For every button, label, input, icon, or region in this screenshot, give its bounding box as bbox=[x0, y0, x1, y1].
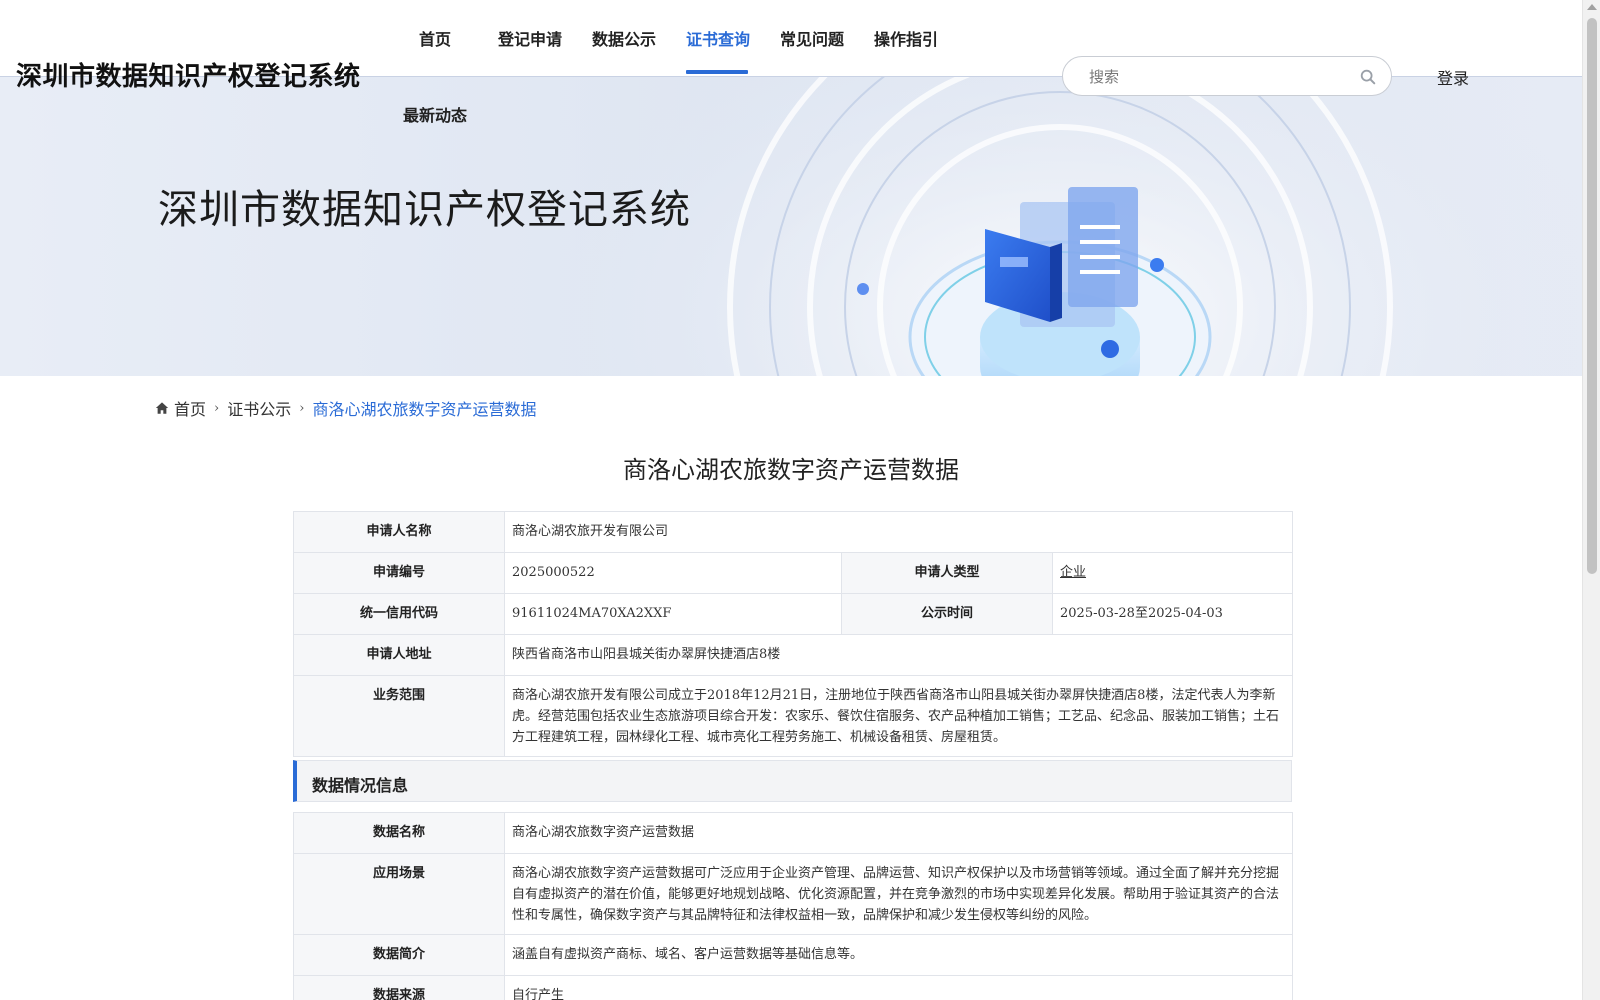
table-row: 申请人名称 商洛心湖农旅开发有限公司 bbox=[293, 511, 1294, 553]
application-scenario-value: 商洛心湖农旅数字资产运营数据可广泛应用于企业资产管理、品牌运营、知识产权保护以及… bbox=[504, 853, 1293, 935]
table-row: 业务范围 商洛心湖农旅开发有限公司成立于2018年12月21日，注册地位于陕西省… bbox=[293, 675, 1294, 757]
applicant-type-link[interactable]: 企业 bbox=[1060, 565, 1086, 580]
home-icon bbox=[155, 402, 169, 414]
search-input[interactable] bbox=[1089, 66, 1349, 88]
nav-item-news[interactable]: 最新动态 bbox=[403, 102, 467, 126]
nav-item-guide[interactable]: 操作指引 bbox=[874, 26, 938, 50]
business-scope-value: 商洛心湖农旅开发有限公司成立于2018年12月21日，注册地位于陕西省商洛市山阳… bbox=[503, 675, 1294, 757]
nav-item-certificate-query[interactable]: 证书查询 bbox=[686, 26, 750, 50]
application-number-label: 申请编号 bbox=[293, 552, 505, 594]
page-title: 商洛心湖农旅数字资产运营数据 bbox=[623, 456, 959, 484]
applicant-type-label: 申请人类型 bbox=[841, 552, 1053, 594]
data-info-section-header: 数据情况信息 bbox=[293, 760, 1292, 802]
login-link[interactable]: 登录 bbox=[1437, 65, 1469, 89]
data-intro-label: 数据简介 bbox=[293, 934, 505, 976]
publicity-time-value: 2025-03-28至2025-04-03 bbox=[1051, 593, 1294, 635]
breadcrumb-home[interactable]: 首页 bbox=[174, 396, 206, 420]
chevron-right-icon: › bbox=[299, 400, 305, 416]
data-source-value: 自行产生 bbox=[504, 975, 1293, 1000]
data-source-label: 数据来源 bbox=[293, 975, 505, 1000]
scroll-up-arrow-icon[interactable] bbox=[1587, 4, 1597, 10]
application-scenario-label: 应用场景 bbox=[293, 853, 505, 935]
main-nav: 首页 登记申请 数据公示 证书查询 常见问题 操作指引 最新动态 bbox=[400, 0, 980, 130]
scrollbar-thumb[interactable] bbox=[1587, 18, 1597, 574]
applicant-address-value: 陕西省商洛市山阳县城关街办翠屏快捷酒店8楼 bbox=[503, 634, 1294, 676]
chevron-right-icon: › bbox=[214, 400, 220, 416]
credit-code-value: 91611024MA70XA2XXF bbox=[504, 593, 842, 635]
data-intro-value: 涵盖自有虚拟资产商标、域名、客户运营数据等基础信息等。 bbox=[504, 934, 1293, 976]
nav-item-data-publicity[interactable]: 数据公示 bbox=[592, 26, 656, 50]
table-row: 应用场景 商洛心湖农旅数字资产运营数据可广泛应用于企业资产管理、品牌运营、知识产… bbox=[293, 853, 1293, 935]
applicant-address-label: 申请人地址 bbox=[293, 634, 505, 676]
table-row: 数据来源 自行产生 bbox=[293, 975, 1293, 1000]
nav-item-faq[interactable]: 常见问题 bbox=[780, 26, 844, 50]
table-row: 申请人地址 陕西省商洛市山阳县城关街办翠屏快捷酒店8楼 bbox=[293, 634, 1294, 676]
nav-active-indicator bbox=[686, 70, 748, 74]
applicant-name-label: 申请人名称 bbox=[293, 511, 505, 553]
site-title: 深圳市数据知识产权登记系统 bbox=[16, 62, 361, 92]
nav-item-home[interactable]: 首页 bbox=[419, 26, 451, 50]
applicant-info-table: 申请人名称 商洛心湖农旅开发有限公司 申请编号 2025000522 申请人类型… bbox=[293, 511, 1294, 757]
nav-item-registration[interactable]: 登记申请 bbox=[498, 26, 562, 50]
applicant-name-value: 商洛心湖农旅开发有限公司 bbox=[503, 511, 1294, 553]
breadcrumb-current: 商洛心湖农旅数字资产运营数据 bbox=[312, 400, 537, 419]
search-icon[interactable] bbox=[1359, 68, 1377, 86]
credit-code-label: 统一信用代码 bbox=[293, 593, 505, 635]
banner-title: 深圳市数据知识产权登记系统 bbox=[158, 187, 691, 233]
search-box bbox=[1062, 56, 1392, 96]
data-info-table: 数据名称 商洛心湖农旅数字资产运营数据 应用场景 商洛心湖农旅数字资产运营数据可… bbox=[293, 812, 1293, 1000]
data-name-value: 商洛心湖农旅数字资产运营数据 bbox=[504, 812, 1293, 854]
table-row: 申请编号 2025000522 申请人类型 企业 bbox=[293, 552, 1294, 594]
business-scope-label: 业务范围 bbox=[293, 675, 505, 757]
table-row: 数据简介 涵盖自有虚拟资产商标、域名、客户运营数据等基础信息等。 bbox=[293, 934, 1293, 976]
table-row: 数据名称 商洛心湖农旅数字资产运营数据 bbox=[293, 812, 1293, 854]
vertical-scrollbar[interactable] bbox=[1582, 0, 1600, 1000]
breadcrumb: 首页 › 证书公示 › 商洛心湖农旅数字资产运营数据 bbox=[155, 396, 536, 420]
data-name-label: 数据名称 bbox=[293, 812, 505, 854]
publicity-time-label: 公示时间 bbox=[841, 593, 1053, 635]
breadcrumb-certificate-publicity[interactable]: 证书公示 bbox=[227, 396, 291, 420]
table-row: 统一信用代码 91611024MA70XA2XXF 公示时间 2025-03-2… bbox=[293, 593, 1294, 635]
application-number-value: 2025000522 bbox=[504, 552, 842, 594]
